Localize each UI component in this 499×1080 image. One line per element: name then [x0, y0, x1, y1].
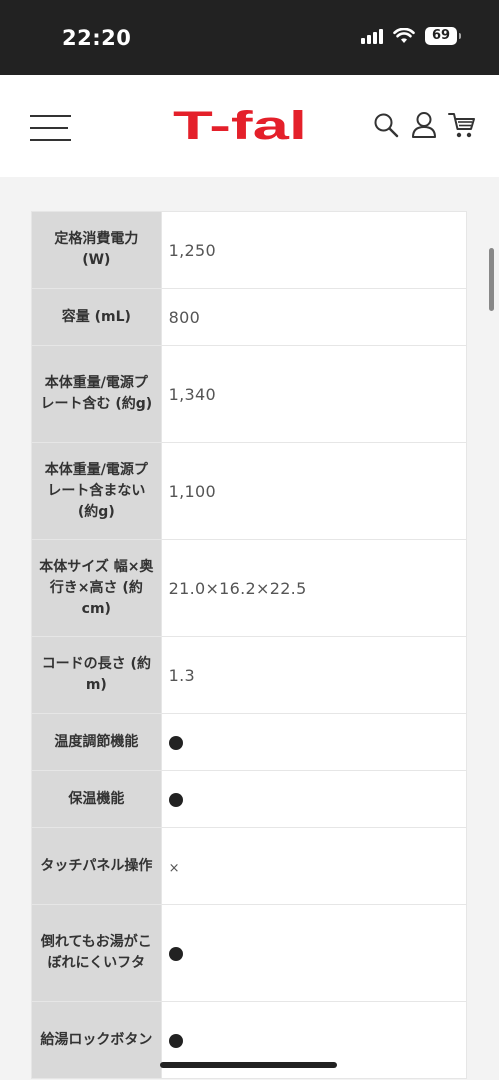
spec-value-cell: ×	[160, 827, 468, 905]
menu-icon[interactable]	[30, 115, 71, 141]
spec-label: 本体サイズ 幅×奥行き×高さ (約cm)	[31, 539, 162, 637]
filled-dot-icon	[168, 947, 183, 961]
home-indicator[interactable]	[160, 1062, 337, 1068]
spec-row: 定格消費電力 (W) 1,250	[31, 211, 468, 289]
spec-row: 倒れてもお湯がこぼれにくいフタ	[31, 904, 468, 1002]
spec-row: 温度調節機能	[31, 713, 468, 771]
content-band	[0, 177, 499, 211]
spec-label: タッチパネル操作	[31, 827, 162, 905]
spec-row: 本体重量/電源プレート含む (約g) 1,340	[31, 345, 468, 443]
spec-label: 倒れてもお湯がこぼれにくいフタ	[31, 904, 162, 1002]
spec-label: 給湯ロックボタン	[31, 1001, 162, 1079]
spec-label: 定格消費電力 (W)	[31, 211, 162, 289]
signal-icon	[361, 28, 383, 44]
spec-row: コードの長さ (約m) 1.3	[31, 636, 468, 714]
spec-value: 1,250	[168, 240, 216, 260]
spec-row: 本体重量/電源プレート含まない (約g) 1,100	[31, 442, 468, 540]
spec-label: コードの長さ (約m)	[31, 636, 162, 714]
spec-label: 温度調節機能	[31, 713, 162, 771]
spec-row: タッチパネル操作 ×	[31, 827, 468, 905]
spec-value-cell: 1.3	[160, 636, 468, 714]
spec-value-cell: 1,340	[160, 345, 468, 443]
spec-row: 容量 (mL) 800	[31, 288, 468, 346]
spec-label: 本体重量/電源プレート含まない (約g)	[31, 442, 162, 540]
spec-value: 1.3	[168, 665, 196, 685]
spec-value-cell	[160, 713, 468, 771]
spec-value-cell: 1,100	[160, 442, 468, 540]
filled-dot-icon	[168, 1034, 183, 1048]
search-icon[interactable]	[373, 112, 399, 138]
brand-logo[interactable]: T-fal	[173, 105, 307, 145]
spec-value-cell: 21.0×16.2×22.5	[160, 539, 468, 637]
filled-dot-icon	[168, 793, 183, 807]
cart-icon[interactable]	[448, 111, 476, 139]
user-icon[interactable]	[411, 111, 437, 139]
spec-table: 定格消費電力 (W) 1,250 容量 (mL) 800 本体重量/電源プレート含む (…	[31, 211, 468, 1079]
spec-value: 21.0×16.2×22.5	[168, 578, 307, 598]
spec-value: 1,100	[168, 481, 216, 501]
filled-dot-icon	[168, 736, 183, 750]
spec-value-cell	[160, 770, 468, 828]
spec-value-cell: 1,250	[160, 211, 468, 289]
status-time: 22:20	[62, 26, 132, 50]
spec-label: 容量 (mL)	[31, 288, 162, 346]
scrollbar[interactable]	[489, 248, 494, 311]
spec-row: 本体サイズ 幅×奥行き×高さ (約cm) 21.0×16.2×22.5	[31, 539, 468, 637]
wifi-icon	[393, 28, 415, 43]
spec-value: 1,340	[168, 384, 216, 404]
battery-icon: 69	[425, 27, 461, 45]
status-bar: 22:20 69	[0, 0, 499, 75]
site-header: T-fal	[0, 75, 499, 177]
spec-label: 本体重量/電源プレート含む (約g)	[31, 345, 162, 443]
status-icons: 69	[361, 27, 461, 45]
spec-value: ×	[168, 860, 180, 876]
spec-row: 保温機能	[31, 770, 468, 828]
svg-text:T-fal: T-fal	[173, 105, 307, 145]
spec-value: 800	[168, 307, 201, 327]
spec-value-cell	[160, 904, 468, 1002]
spec-label: 保温機能	[31, 770, 162, 828]
spec-value-cell: 800	[160, 288, 468, 346]
